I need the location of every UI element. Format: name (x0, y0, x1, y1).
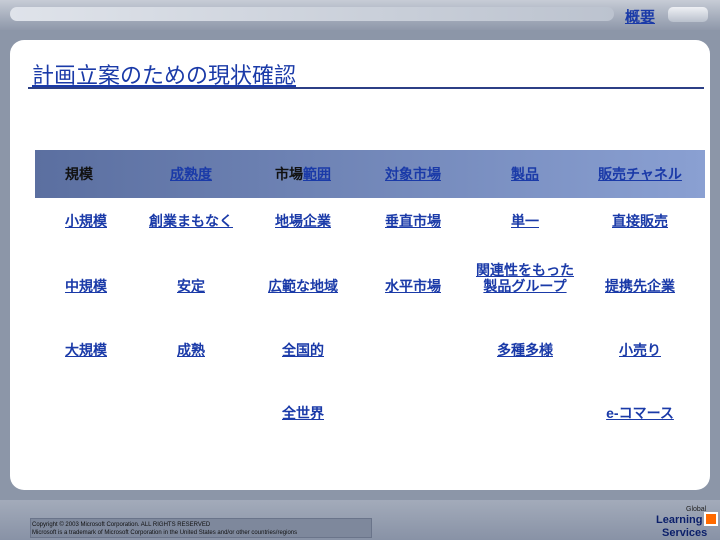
table-cell[interactable]: 成熟 (135, 342, 247, 358)
learning-services-logo: Global Learning Services (652, 506, 718, 540)
slide-progress-track (10, 7, 614, 21)
table-header-cell-scale: 規模 (65, 166, 93, 182)
table-cell[interactable]: 垂直市場 (357, 213, 469, 229)
table-header-cell-market-range[interactable]: 市場範囲 (247, 166, 359, 182)
table-cell[interactable]: 直接販売 (584, 213, 696, 229)
next-slide-button[interactable] (668, 7, 708, 22)
table-cell[interactable]: 全世界 (247, 405, 359, 421)
table-cell[interactable]: 提携先企業 (584, 278, 696, 294)
page-title: 計画立案のための現状確認 (32, 63, 297, 88)
table-cell[interactable]: e-コマース (584, 405, 696, 421)
top-navigation-bar (0, 0, 720, 30)
table-header-cell-product[interactable]: 製品 (469, 166, 581, 182)
logo-square-icon (704, 512, 718, 526)
table-cell[interactable]: 中規模 (30, 278, 142, 294)
title-divider (28, 87, 704, 89)
table-cell[interactable]: 安定 (135, 278, 247, 294)
table-cell[interactable]: 全国的 (247, 342, 359, 358)
table-header-cell-maturity[interactable]: 成熟度 (135, 166, 247, 182)
table-cell[interactable]: 水平市場 (357, 278, 469, 294)
table-cell[interactable]: 創業まもなく (135, 213, 247, 229)
table-cell[interactable]: 多種多様 (469, 342, 581, 358)
table-cell[interactable]: 大規模 (30, 342, 142, 358)
table-header-cell-target-market[interactable]: 対象市場 (357, 166, 469, 182)
copyright-text: Copyright © 2003 Microsoft Corporation. … (32, 522, 298, 536)
table-cell[interactable]: 地場企業 (247, 213, 359, 229)
table-cell[interactable]: 小規模 (30, 213, 142, 229)
table-cell[interactable]: 小売り (584, 342, 696, 358)
table-header-cell-sales-channel[interactable]: 販売チャネル (584, 166, 696, 182)
overview-link[interactable]: 概要 (620, 6, 660, 27)
table-cell[interactable]: 広範な地域 (247, 278, 359, 294)
table-cell[interactable]: 単一 (469, 213, 581, 229)
slide-panel (10, 40, 710, 490)
table-cell[interactable]: 関連性をもった製品グループ (475, 262, 575, 294)
